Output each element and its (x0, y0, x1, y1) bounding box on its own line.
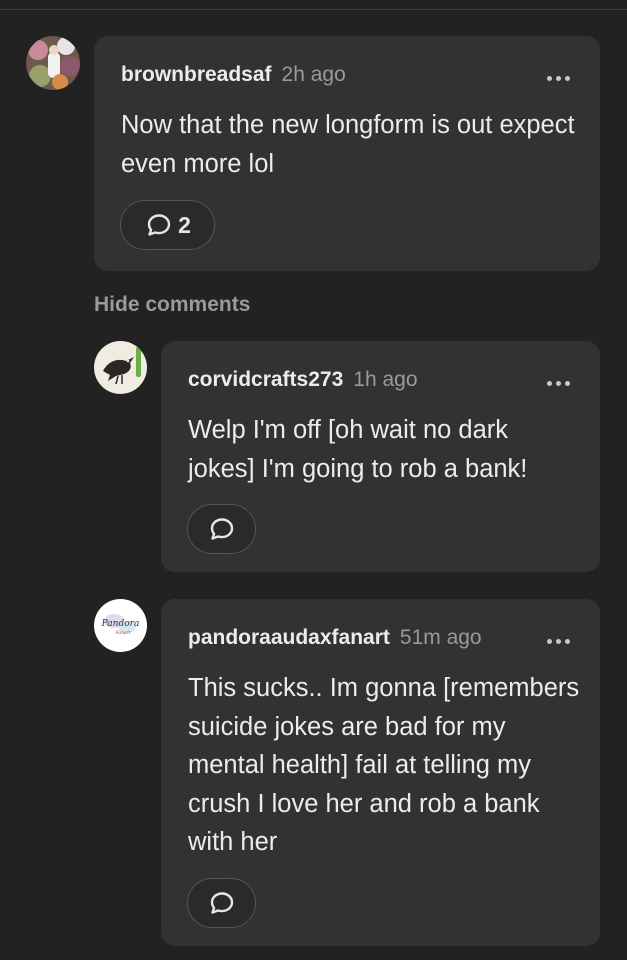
more-options-icon[interactable] (543, 69, 574, 89)
reply-button[interactable]: 2 (120, 200, 215, 250)
comment-username[interactable]: brownbreadsaf (121, 63, 272, 87)
more-options-icon[interactable] (543, 632, 574, 652)
speech-bubble-icon (210, 892, 233, 914)
hide-comments-link[interactable]: Hide comments (94, 293, 250, 317)
comment-card: corvidcrafts273 1h ago Welp I'm off [oh … (161, 341, 600, 572)
comment-text: Now that the new longform is out expect … (121, 111, 575, 178)
comment-username[interactable]: corvidcrafts273 (188, 368, 343, 392)
comment-text: This sucks.. Im gonna [remembers suicide… (188, 674, 580, 856)
speech-bubble-icon (210, 518, 233, 540)
reply-button[interactable] (187, 504, 256, 554)
comment-timestamp: 2h ago (281, 63, 346, 86)
more-options-icon[interactable] (543, 374, 574, 394)
comment-card: pandoraaudaxfanart 51m ago This sucks.. … (161, 599, 600, 946)
comment-card: brownbreadsaf 2h ago Now that the new lo… (94, 36, 600, 271)
reply-count: 2 (178, 211, 191, 238)
svg-text:Fanart: Fanart (114, 630, 130, 636)
avatar-corvidcrafts273[interactable] (94, 341, 147, 394)
comment-username[interactable]: pandoraaudaxfanart (188, 626, 390, 650)
reply-button[interactable] (187, 878, 256, 928)
avatar-brownbreadsaf[interactable] (26, 36, 80, 90)
comment-text: Welp I'm off [oh wait no dark jokes] I'm… (188, 416, 528, 483)
svg-text:Pandora: Pandora (101, 619, 140, 629)
comment-timestamp: 51m ago (399, 626, 482, 649)
comment-timestamp: 1h ago (353, 368, 418, 391)
top-divider (0, 9, 627, 10)
speech-bubble-icon (147, 214, 171, 236)
avatar-pandoraaudaxfanart[interactable]: Pandora Fanart (94, 599, 147, 652)
